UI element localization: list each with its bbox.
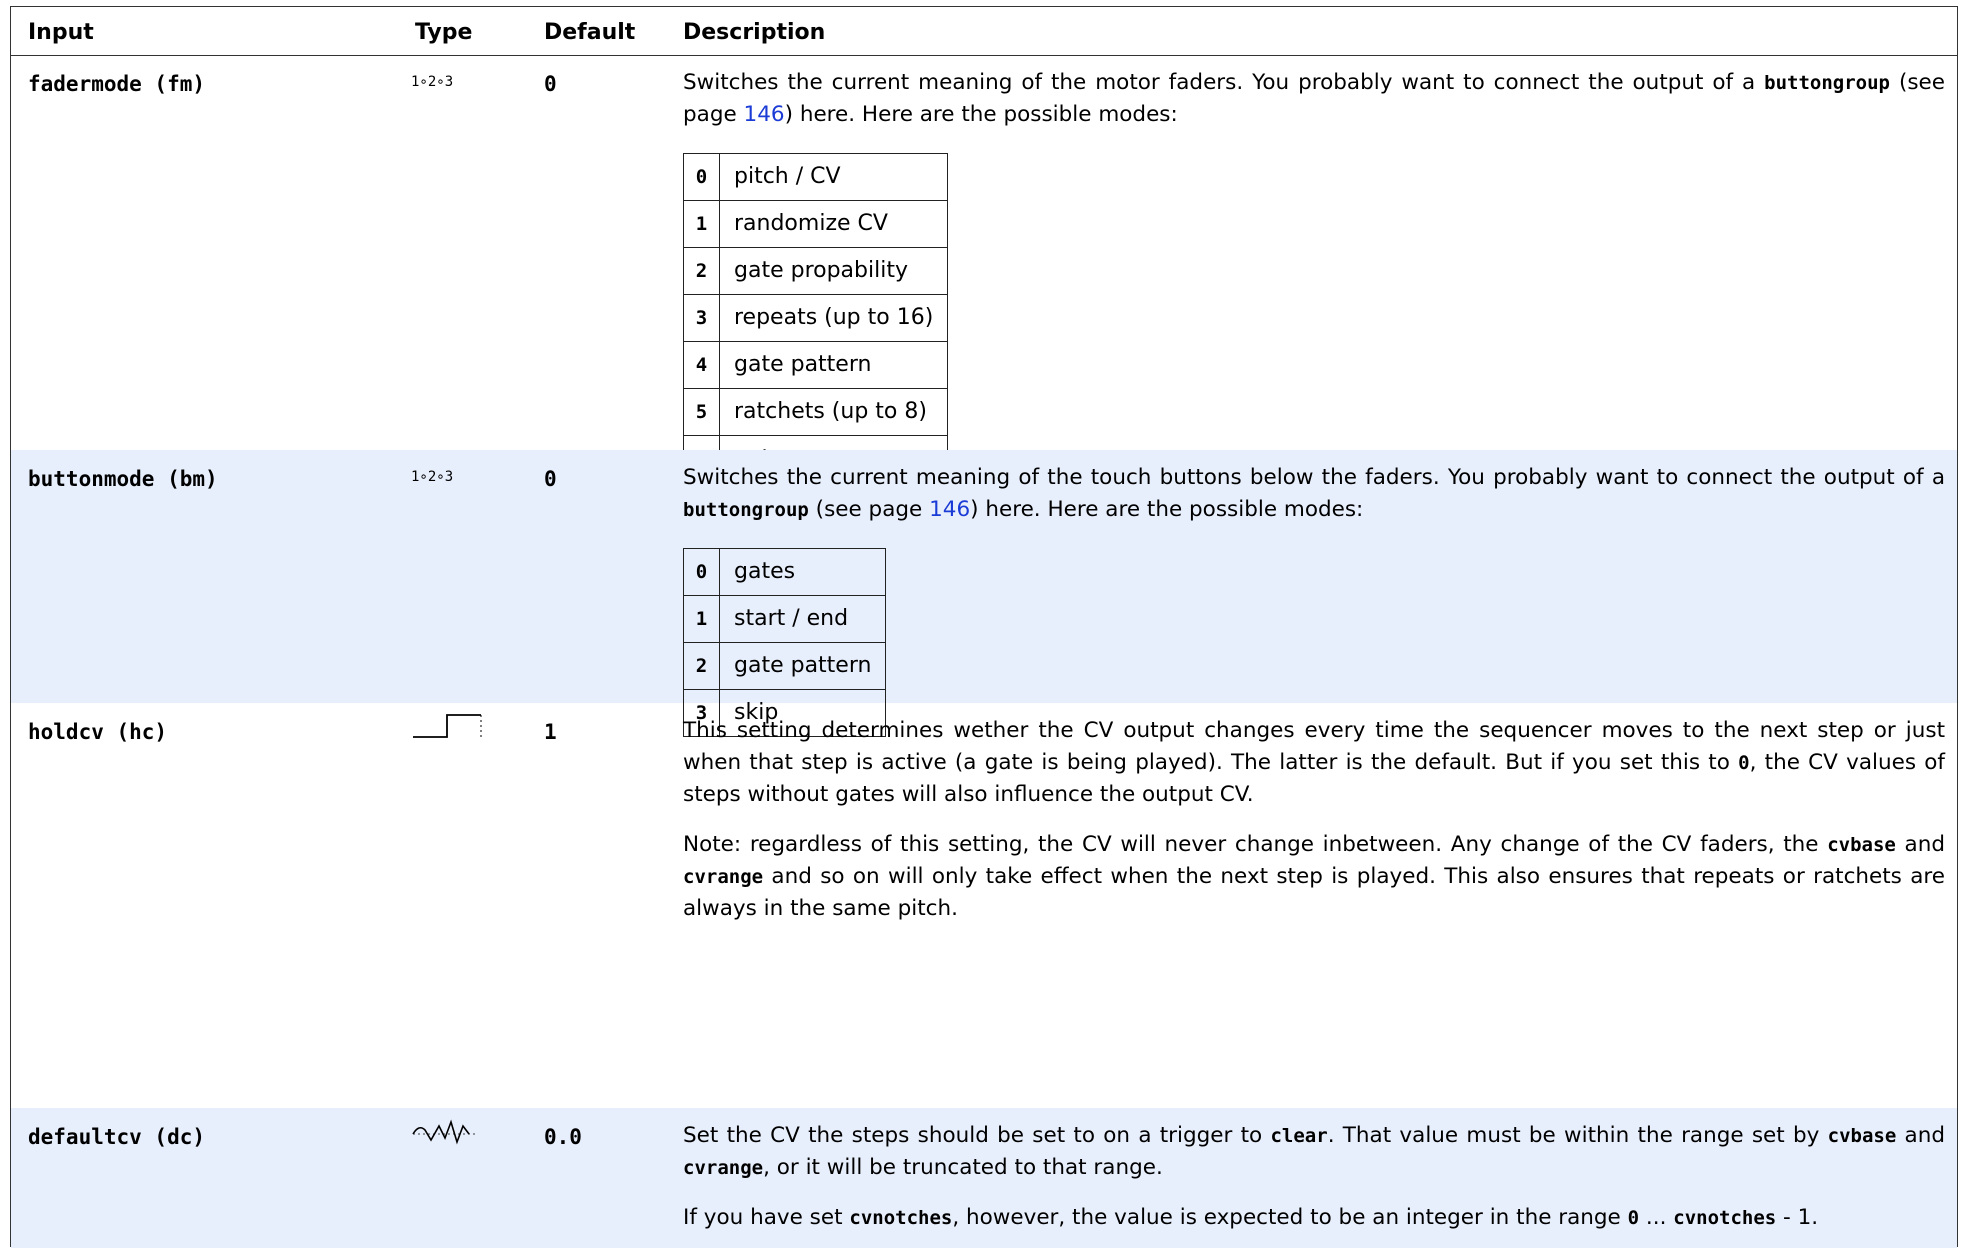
desc-text: Set the CV the steps should be set to on… bbox=[683, 1123, 1271, 1148]
desc-text: Switches the current meaning of the moto… bbox=[683, 70, 1765, 95]
table-header: Input Type Default Description bbox=[11, 7, 1957, 56]
page-link[interactable]: 146 bbox=[744, 102, 785, 127]
desc-code: cvnotches bbox=[849, 1207, 953, 1229]
mode-row: 1 start / end bbox=[683, 595, 887, 643]
mode-label: randomize CV bbox=[718, 200, 949, 248]
desc-code: clear bbox=[1270, 1125, 1328, 1147]
param-name: defaultcv (dc) bbox=[28, 1125, 206, 1149]
desc-text: Switches the current meaning of the touc… bbox=[683, 465, 1945, 490]
header-input: Input bbox=[28, 20, 94, 45]
mode-label: pitch / CV bbox=[718, 153, 949, 201]
table-row-fadermode: fadermode (fm) 1∘2∘3 0 Switches the curr… bbox=[11, 55, 1957, 530]
mode-row: 0 gates bbox=[683, 548, 887, 596]
desc-code: buttongroup bbox=[1764, 72, 1891, 94]
page-link[interactable]: 146 bbox=[929, 497, 970, 522]
default-value: 0 bbox=[544, 72, 557, 96]
table-row-buttonmode: buttonmode (bm) 1∘2∘3 0 Switches the cur… bbox=[11, 450, 1957, 737]
desc-text: ... bbox=[1639, 1205, 1674, 1230]
desc-code: buttongroup bbox=[683, 499, 809, 521]
desc-code: cvrange bbox=[683, 1157, 764, 1179]
desc-code: 0 bbox=[1627, 1207, 1640, 1229]
mode-label: gates bbox=[718, 548, 887, 596]
table-row-holdcv: holdcv (hc) 1 This setting determines we… bbox=[11, 703, 1957, 1108]
param-name: holdcv (hc) bbox=[28, 720, 168, 744]
desc-text: ) here. Here are the possible modes: bbox=[970, 497, 1364, 522]
mode-row: 2 gate propability bbox=[683, 247, 949, 295]
default-value: 0 bbox=[544, 467, 557, 491]
mode-row: 5 ratchets (up to 8) bbox=[683, 388, 949, 436]
param-name: fadermode (fm) bbox=[28, 72, 206, 96]
mode-label: gate pattern bbox=[718, 341, 949, 389]
mode-label: gate propability bbox=[718, 247, 949, 295]
mode-number: 2 bbox=[683, 642, 720, 690]
desc-code: 0 bbox=[1738, 752, 1750, 774]
mode-row: 2 gate pattern bbox=[683, 642, 887, 690]
mode-label: ratchets (up to 8) bbox=[718, 388, 949, 436]
desc-text: . That value must be within the range se… bbox=[1327, 1123, 1828, 1148]
param-name: buttonmode (bm) bbox=[28, 467, 218, 491]
desc-text: Note: regardless of this setting, the CV… bbox=[683, 832, 1828, 857]
header-default: Default bbox=[544, 20, 636, 45]
desc-code: cvnotches bbox=[1673, 1207, 1777, 1229]
table-row-defaultcv: defaultcv (dc) 0.0 Set the CV the steps … bbox=[11, 1108, 1957, 1248]
mode-row: 1 randomize CV bbox=[683, 200, 949, 248]
mode-number: 0 bbox=[683, 548, 720, 596]
mode-number: 3 bbox=[683, 294, 720, 342]
mode-row: 3 repeats (up to 16) bbox=[683, 294, 949, 342]
default-value: 0.0 bbox=[544, 1125, 582, 1149]
mode-row: 4 gate pattern bbox=[683, 341, 949, 389]
mode-number: 4 bbox=[683, 341, 720, 389]
mode-number: 1 bbox=[683, 595, 720, 643]
desc-text: ) here. Here are the possible modes: bbox=[784, 102, 1178, 127]
type-cycle-icon: 1∘2∘3 bbox=[411, 74, 454, 90]
cv-wave-icon bbox=[412, 1119, 477, 1145]
header-type: Type bbox=[415, 20, 473, 45]
mode-label: start / end bbox=[718, 595, 887, 643]
type-cycle-icon: 1∘2∘3 bbox=[411, 469, 454, 485]
description: Switches the current meaning of the touc… bbox=[683, 462, 1945, 737]
desc-text: If you have set bbox=[683, 1205, 850, 1230]
mode-label: repeats (up to 16) bbox=[718, 294, 949, 342]
parameter-table: Input Type Default Description fadermode… bbox=[10, 6, 1958, 1248]
mode-number: 5 bbox=[683, 388, 720, 436]
desc-text: and so on will only take effect when the… bbox=[683, 864, 1945, 921]
desc-text: - 1. bbox=[1776, 1205, 1819, 1230]
default-value: 1 bbox=[544, 720, 557, 744]
desc-text: , or it will be truncated to that range. bbox=[763, 1155, 1163, 1180]
gate-icon bbox=[413, 714, 482, 738]
mode-label: gate pattern bbox=[718, 642, 887, 690]
desc-code: cvrange bbox=[683, 866, 764, 888]
desc-text: and bbox=[1895, 832, 1945, 857]
mode-row: 0 pitch / CV bbox=[683, 153, 949, 201]
mode-number: 2 bbox=[683, 247, 720, 295]
desc-text: (see page bbox=[808, 497, 930, 522]
desc-text: and bbox=[1896, 1123, 1945, 1148]
desc-code: cvbase bbox=[1827, 1125, 1897, 1147]
desc-text: , however, the value is expected to be a… bbox=[952, 1205, 1628, 1230]
desc-code: cvbase bbox=[1827, 834, 1896, 856]
mode-number: 1 bbox=[683, 200, 720, 248]
mode-number: 0 bbox=[683, 153, 720, 201]
header-description: Description bbox=[683, 20, 826, 45]
description: This setting determines wether the CV ou… bbox=[683, 715, 1945, 925]
description: Set the CV the steps should be set to on… bbox=[683, 1120, 1945, 1234]
